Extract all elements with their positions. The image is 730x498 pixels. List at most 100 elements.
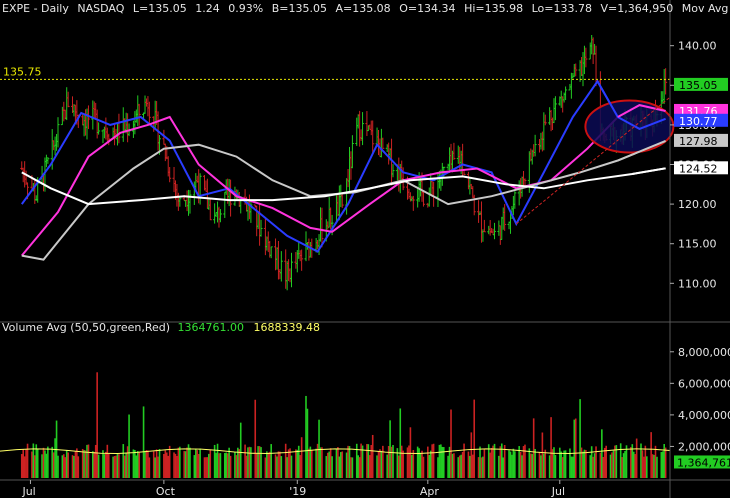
volume-bar (203, 457, 206, 478)
price-tick-label: 120.00 (678, 198, 717, 211)
volume-bar (57, 455, 59, 478)
volume-bar (531, 453, 534, 478)
time-tick-label: Oct (156, 485, 176, 498)
volume-bar (544, 449, 547, 478)
volume-bar (219, 453, 222, 478)
volume-bar (264, 457, 267, 478)
volume-bar (471, 454, 474, 478)
volume-bar (123, 455, 126, 478)
volume-bar (635, 438, 638, 478)
volume-bar (65, 450, 68, 478)
change-value: 1.24 (195, 2, 220, 15)
volume-bar (47, 446, 49, 478)
volume-bar (270, 444, 272, 478)
volume-bar (579, 399, 581, 478)
volume-bar (379, 449, 381, 478)
price-tag-label: 130.77 (679, 115, 718, 128)
volume-bar (438, 444, 441, 478)
time-tick-label: Jul (551, 485, 565, 498)
volume-bar (450, 409, 452, 478)
volume-bar (274, 454, 277, 478)
exchange-label: NASDAQ (77, 2, 125, 15)
volume-bar (225, 452, 228, 478)
volume-bar (92, 451, 94, 478)
volume-bar (107, 453, 110, 478)
volume-study-label[interactable]: Volume Avg (50,50,green,Red) (2, 321, 170, 334)
volume-bar (499, 446, 502, 478)
volume-bar (440, 444, 442, 478)
volume-bar (276, 456, 278, 478)
volume-bar (529, 453, 532, 478)
price-tick-label: 110.00 (678, 277, 717, 290)
price-volume-chart: 135.75 140.00135.00130.00125.00120.00115… (0, 0, 730, 498)
volume-bar (138, 452, 141, 478)
study-label[interactable]: Mov Avg 2 Lines (C... (682, 2, 730, 15)
volume-bar (183, 451, 185, 478)
volume-bar (345, 452, 348, 478)
volume-bar (460, 454, 462, 478)
volume-bar (463, 443, 465, 478)
volume-bar (106, 444, 109, 478)
volume-bar (228, 447, 230, 478)
volume-bar (305, 395, 307, 478)
volume-bar (371, 434, 374, 478)
volume-tag-label: 1,364,761 (677, 456, 730, 469)
volume-bar (370, 444, 373, 478)
volume-bar (284, 443, 287, 478)
volume-bar (51, 446, 54, 478)
volume-bar (524, 444, 526, 478)
volume-bar (593, 453, 596, 478)
volume-bar (653, 454, 655, 478)
volume-bar (126, 446, 129, 478)
volume-bar (105, 451, 107, 478)
volume-bar (289, 448, 291, 478)
moving-average-lines (20, 79, 666, 261)
volume-bar (398, 455, 400, 478)
volume-bar (257, 446, 259, 478)
volume-bar (369, 455, 371, 478)
volume-bar (355, 443, 358, 478)
volume-bar (174, 453, 177, 478)
volume-bar (564, 450, 567, 478)
volume-bar (492, 445, 494, 478)
volume-bar (519, 451, 522, 478)
volume-bar (229, 455, 232, 478)
volume-bar (309, 446, 312, 478)
price-tick-label: 140.00 (678, 40, 717, 53)
volume-bar (144, 450, 146, 478)
volume-bar (76, 448, 78, 478)
volume-bar (641, 450, 644, 478)
price-tag-label: 124.52 (679, 162, 718, 175)
volume-bar (650, 432, 652, 478)
volume-bar (61, 455, 64, 478)
volume-bar (419, 452, 422, 478)
volume-bar (306, 408, 309, 478)
volume-bar (316, 443, 319, 478)
volume-bar (235, 455, 238, 478)
volume-bar (622, 453, 625, 478)
volume-bar (428, 454, 431, 478)
volume-bar (167, 455, 170, 478)
volume-bar (490, 448, 493, 478)
volume-bar (469, 455, 471, 478)
volume-bar (239, 422, 242, 478)
volume-bar (218, 453, 220, 478)
volume-bar (470, 432, 473, 478)
volume-bar (163, 454, 165, 478)
volume-bar (427, 446, 429, 478)
volume-bar (154, 457, 156, 478)
volume-bar (318, 419, 320, 478)
volume-bar (418, 448, 420, 478)
volume-bar (113, 456, 116, 478)
volume-bar (451, 453, 454, 478)
volume-bar (247, 447, 249, 478)
volume-bar (96, 372, 98, 478)
volume-bar (226, 453, 229, 478)
volume-bar (299, 455, 301, 478)
volume-bar (664, 447, 667, 478)
volume-bar (408, 445, 410, 478)
volume-bar (429, 450, 432, 478)
volume-bar (411, 454, 413, 478)
volume-bar (358, 457, 361, 478)
volume-bar (147, 450, 149, 478)
